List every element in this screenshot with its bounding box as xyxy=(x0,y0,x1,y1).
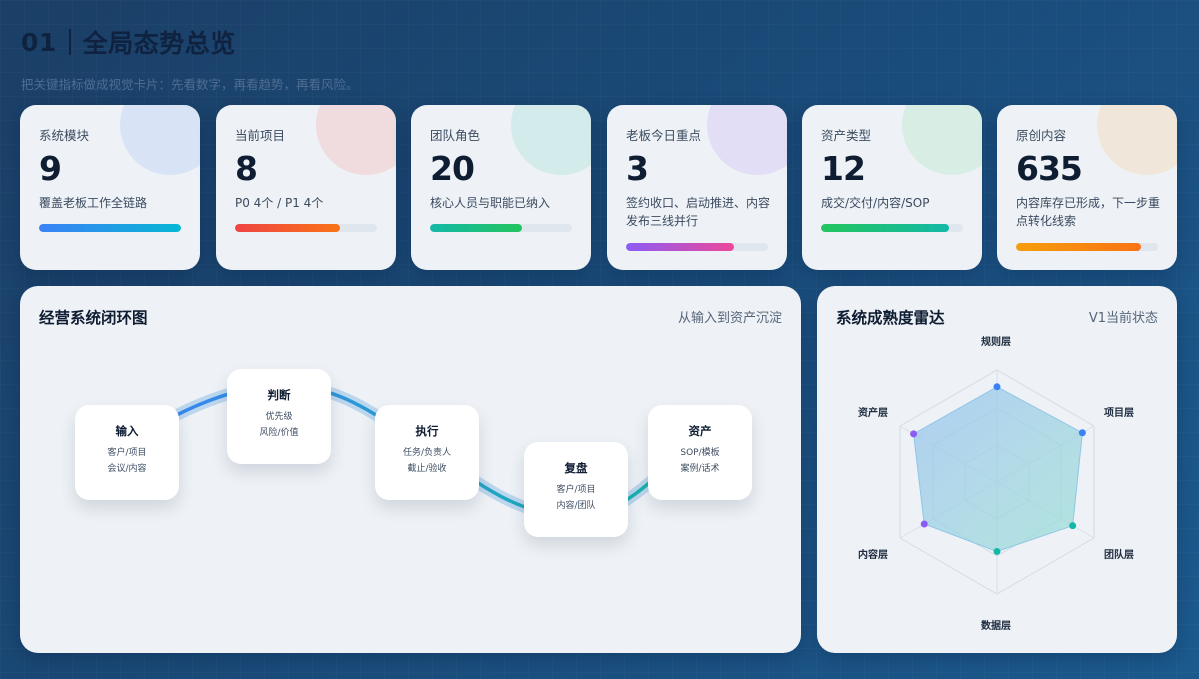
kpi-card-asset-types[interactable]: 资产类型 12 成交/交付/内容/SOP xyxy=(802,105,982,270)
loop-node-judge[interactable]: 判断 优先级 风险/价值 xyxy=(227,369,331,464)
loop-node-execute[interactable]: 执行 任务/负责人 截止/验收 xyxy=(375,405,479,500)
node-title: 复盘 xyxy=(564,461,588,475)
radar-point xyxy=(993,383,1001,391)
radar-point xyxy=(1078,429,1086,437)
card-label: 系统模块 xyxy=(39,128,90,143)
node-title: 执行 xyxy=(415,424,439,438)
kpi-card-team[interactable]: 团队角色 20 核心人员与职能已纳入 xyxy=(411,105,591,270)
card-label: 当前项目 xyxy=(235,128,286,143)
node-title: 输入 xyxy=(115,424,139,438)
radar-axis-label: 规则层 xyxy=(981,337,1011,348)
node-line: 客户/项目 xyxy=(556,485,596,495)
node-line: 优先级 xyxy=(265,412,293,422)
card-progress-bar xyxy=(39,224,181,232)
maturity-radar-panel: 系统成熟度雷达 V1当前状态 规则层 项目层 团队层 数据层 内容层 资产层 xyxy=(817,286,1177,653)
card-value: 3 xyxy=(626,149,649,188)
card-value: 12 xyxy=(821,149,866,188)
card-progress-bar xyxy=(235,224,377,232)
page-subtitle: 把关键指标做成视觉卡片：先看数字，再看趋势，再看风险。 xyxy=(21,77,359,92)
card-value: 20 xyxy=(430,149,475,188)
loop-node-input[interactable]: 输入 客户/项目 会议/内容 xyxy=(75,405,179,500)
node-line: 内容/团队 xyxy=(556,501,596,511)
node-line: 客户/项目 xyxy=(107,448,147,458)
node-line: 截止/验收 xyxy=(407,464,447,474)
title-divider xyxy=(68,29,71,55)
radar-axis-label: 内容层 xyxy=(858,550,889,561)
card-decoration xyxy=(707,105,787,175)
progress-fill xyxy=(39,224,181,232)
card-label: 原创内容 xyxy=(1016,128,1067,143)
radar-point xyxy=(920,520,928,528)
card-value: 9 xyxy=(39,149,62,188)
progress-fill xyxy=(430,224,523,232)
card-progress-bar xyxy=(1016,243,1158,251)
radar-point xyxy=(1069,522,1077,530)
section-number: 01 xyxy=(21,27,57,57)
kpi-card-boss-focus[interactable]: 老板今日重点 3 签约收口、启动推进、内容发布三线并行 xyxy=(607,105,787,270)
card-decoration xyxy=(316,105,396,175)
loop-node-asset[interactable]: 资产 SOP/模板 案例/话术 xyxy=(648,405,752,500)
progress-fill xyxy=(626,243,734,251)
node-title: 资产 xyxy=(688,424,712,438)
card-description: 成交/交付/内容/SOP xyxy=(821,196,930,210)
card-value: 635 xyxy=(1016,149,1083,188)
progress-fill xyxy=(235,224,341,232)
card-description: 签约收口、启动推进、内容发布三线并行 xyxy=(626,196,771,228)
node-line: 任务/负责人 xyxy=(402,448,452,458)
card-description: 内容库存已形成，下一步重点转化线索 xyxy=(1016,196,1161,228)
radar-area xyxy=(913,386,1083,552)
loop-diagram-panel: 经营系统闭环图 从输入到资产沉淀 输入 客户/项目 会议/内容 判断 优先级 风… xyxy=(20,286,801,653)
card-description: 覆盖老板工作全链路 xyxy=(39,196,148,210)
radar-point xyxy=(910,430,918,438)
card-decoration xyxy=(511,105,591,175)
section-title: 全局态势总览 xyxy=(82,29,236,58)
page-header: 01 全局态势总览 把关键指标做成视觉卡片：先看数字，再看趋势，再看风险。 xyxy=(21,24,359,93)
radar-axis-label: 团队层 xyxy=(1103,550,1134,561)
radar-axis-label: 数据层 xyxy=(981,621,1011,632)
kpi-card-modules[interactable]: 系统模块 9 覆盖老板工作全链路 xyxy=(20,105,200,270)
card-description: 核心人员与职能已纳入 xyxy=(430,196,551,210)
card-description: P0 4个 / P1 4个 xyxy=(235,196,324,210)
card-label: 资产类型 xyxy=(821,128,872,143)
card-label: 团队角色 xyxy=(430,128,481,143)
progress-fill xyxy=(821,224,949,232)
progress-fill xyxy=(1016,243,1141,251)
node-line: 风险/价值 xyxy=(259,428,299,438)
kpi-cards: 系统模块 9 覆盖老板工作全链路 当前项目 8 P0 4个 / P1 4个 团队… xyxy=(20,105,1177,270)
card-value: 8 xyxy=(235,149,258,188)
card-progress-bar xyxy=(430,224,572,232)
node-title: 判断 xyxy=(267,388,291,402)
node-line: 会议/内容 xyxy=(107,464,147,474)
kpi-card-original-content[interactable]: 原创内容 635 内容库存已形成，下一步重点转化线索 xyxy=(997,105,1177,270)
page-title: 01 全局态势总览 xyxy=(21,24,359,60)
radar-axis-label: 资产层 xyxy=(858,408,889,419)
card-decoration xyxy=(902,105,982,175)
card-label: 老板今日重点 xyxy=(626,128,702,143)
card-progress-bar xyxy=(821,224,963,232)
loop-node-review[interactable]: 复盘 客户/项目 内容/团队 xyxy=(524,442,628,537)
radar-axis-label: 项目层 xyxy=(1103,408,1134,419)
node-line: 案例/话术 xyxy=(680,464,720,474)
card-decoration xyxy=(1097,105,1177,175)
card-decoration xyxy=(120,105,200,175)
node-line: SOP/模板 xyxy=(680,448,720,458)
radar-point xyxy=(993,547,1001,555)
kpi-card-projects[interactable]: 当前项目 8 P0 4个 / P1 4个 xyxy=(216,105,396,270)
card-progress-bar xyxy=(626,243,768,251)
